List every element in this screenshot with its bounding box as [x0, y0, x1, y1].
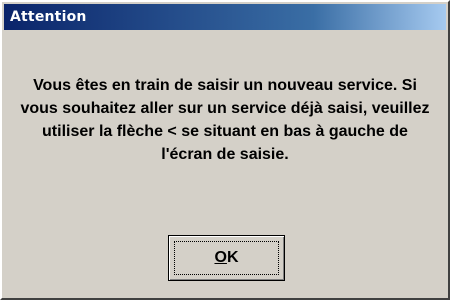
message-line: Vous êtes en train de saisir un nouveau … [33, 77, 417, 94]
ok-button-label: OK [214, 249, 238, 267]
message-line: l'écran de saisie. [161, 146, 289, 163]
ok-label-rest: K [226, 249, 239, 266]
message-line: utiliser la flèche < se situant en bas à… [42, 123, 408, 140]
message-line: vous souhaitez aller sur un service déjà… [20, 100, 430, 117]
ok-mnemonic-letter: O [214, 249, 227, 266]
window-title: Attention [10, 9, 87, 25]
ok-button[interactable]: OK [168, 235, 285, 281]
title-bar[interactable]: Attention [4, 4, 446, 30]
attention-dialog: Attention Vous êtes en train de saisir u… [0, 0, 450, 300]
dialog-message: Vous êtes en train de saisir un nouveau … [14, 74, 436, 166]
